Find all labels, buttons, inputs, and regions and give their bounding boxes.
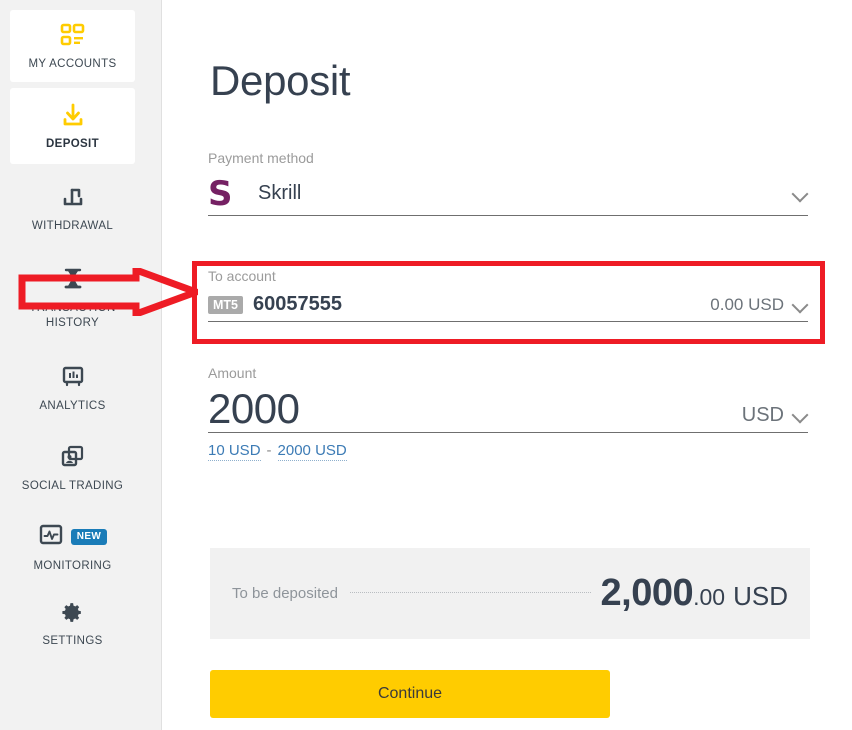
- sidebar-item-withdrawal[interactable]: WITHDRAWAL: [10, 178, 135, 238]
- sidebar-item-label: MY ACCOUNTS: [28, 58, 117, 70]
- sidebar-item-label: MONITORING: [33, 560, 112, 572]
- sidebar-item-label: SOCIAL TRADING: [21, 480, 124, 492]
- sidebar-item-my-accounts[interactable]: MY ACCOUNTS: [10, 10, 135, 82]
- page-title: Deposit: [210, 57, 351, 104]
- amount-max-link[interactable]: 2000 USD: [277, 442, 347, 461]
- amount-min-link[interactable]: 10 USD: [208, 442, 261, 461]
- platform-badge: MT5: [208, 295, 243, 314]
- sidebar-item-transaction-history[interactable]: TRANSACTION HISTORY: [10, 258, 135, 336]
- amount-field: Amount 2000 USD 10 USD -2000 USD: [208, 365, 808, 461]
- deposit-summary: To be deposited 2,000.00 USD: [210, 548, 810, 639]
- sidebar-item-label: TRANSACTION HISTORY: [29, 301, 116, 329]
- payment-method-select[interactable]: S Skrill: [208, 172, 808, 216]
- to-account-field: To account MT5 60057555 0.00 USD: [208, 268, 808, 322]
- limit-separator: -: [266, 442, 272, 459]
- gear-icon: [60, 597, 85, 627]
- sidebar-item-label: ANALYTICS: [39, 400, 106, 412]
- sidebar: MY ACCOUNTS DEPOSIT WITHDRAWAL TRANSACTI…: [0, 0, 162, 730]
- continue-button[interactable]: Continue: [210, 670, 610, 718]
- social-cards-icon: [60, 442, 86, 472]
- sidebar-item-label: SETTINGS: [42, 635, 103, 647]
- leader-dots: [349, 592, 591, 593]
- deposit-page: MY ACCOUNTS DEPOSIT WITHDRAWAL TRANSACTI…: [0, 0, 852, 730]
- sidebar-item-deposit[interactable]: DEPOSIT: [10, 88, 135, 164]
- payment-method-label: Payment method: [208, 150, 314, 166]
- chevron-down-icon[interactable]: [792, 186, 808, 202]
- sidebar-item-analytics[interactable]: ANALYTICS: [10, 358, 135, 418]
- account-balance: 0.00 USD: [710, 294, 784, 314]
- sidebar-item-social-trading[interactable]: SOCIAL TRADING: [10, 438, 135, 498]
- amount-label: Amount: [208, 365, 257, 381]
- skrill-logo-icon: S: [208, 173, 233, 214]
- sidebar-item-label: DEPOSIT: [46, 138, 99, 150]
- monitor-pulse-icon: [38, 522, 64, 553]
- dashboard-grid-icon: [60, 20, 86, 50]
- chart-board-icon: [60, 362, 86, 392]
- hourglass-icon: [61, 264, 85, 294]
- summary-amount-currency: USD: [733, 581, 788, 611]
- payment-method-value: Skrill: [258, 182, 302, 204]
- summary-amount-decimal: .00: [693, 584, 726, 610]
- amount-input[interactable]: 2000: [208, 386, 742, 432]
- sidebar-item-settings[interactable]: SETTINGS: [10, 593, 135, 653]
- summary-label: To be deposited: [232, 585, 338, 602]
- summary-amount: 2,000.00 USD: [601, 572, 788, 615]
- sidebar-item-monitoring[interactable]: NEW MONITORING: [10, 518, 135, 578]
- summary-amount-integer: 2,000: [600, 572, 694, 614]
- payment-method-field: Payment method S Skrill: [208, 150, 808, 216]
- chevron-down-icon[interactable]: [792, 297, 808, 313]
- account-number: 60057555: [253, 293, 342, 315]
- upload-share-icon: [60, 182, 86, 212]
- sidebar-item-label: WITHDRAWAL: [31, 220, 114, 232]
- currency-value: USD: [741, 404, 784, 426]
- amount-input-row[interactable]: 2000 USD: [208, 381, 808, 433]
- monitoring-icon-row: NEW: [38, 522, 108, 552]
- amount-limits: 10 USD -2000 USD: [208, 442, 808, 461]
- to-account-select[interactable]: MT5 60057555 0.00 USD: [208, 288, 808, 322]
- chevron-down-icon[interactable]: [792, 407, 808, 423]
- new-badge: NEW: [70, 529, 108, 545]
- download-icon: [59, 100, 87, 130]
- to-account-label: To account: [208, 268, 276, 284]
